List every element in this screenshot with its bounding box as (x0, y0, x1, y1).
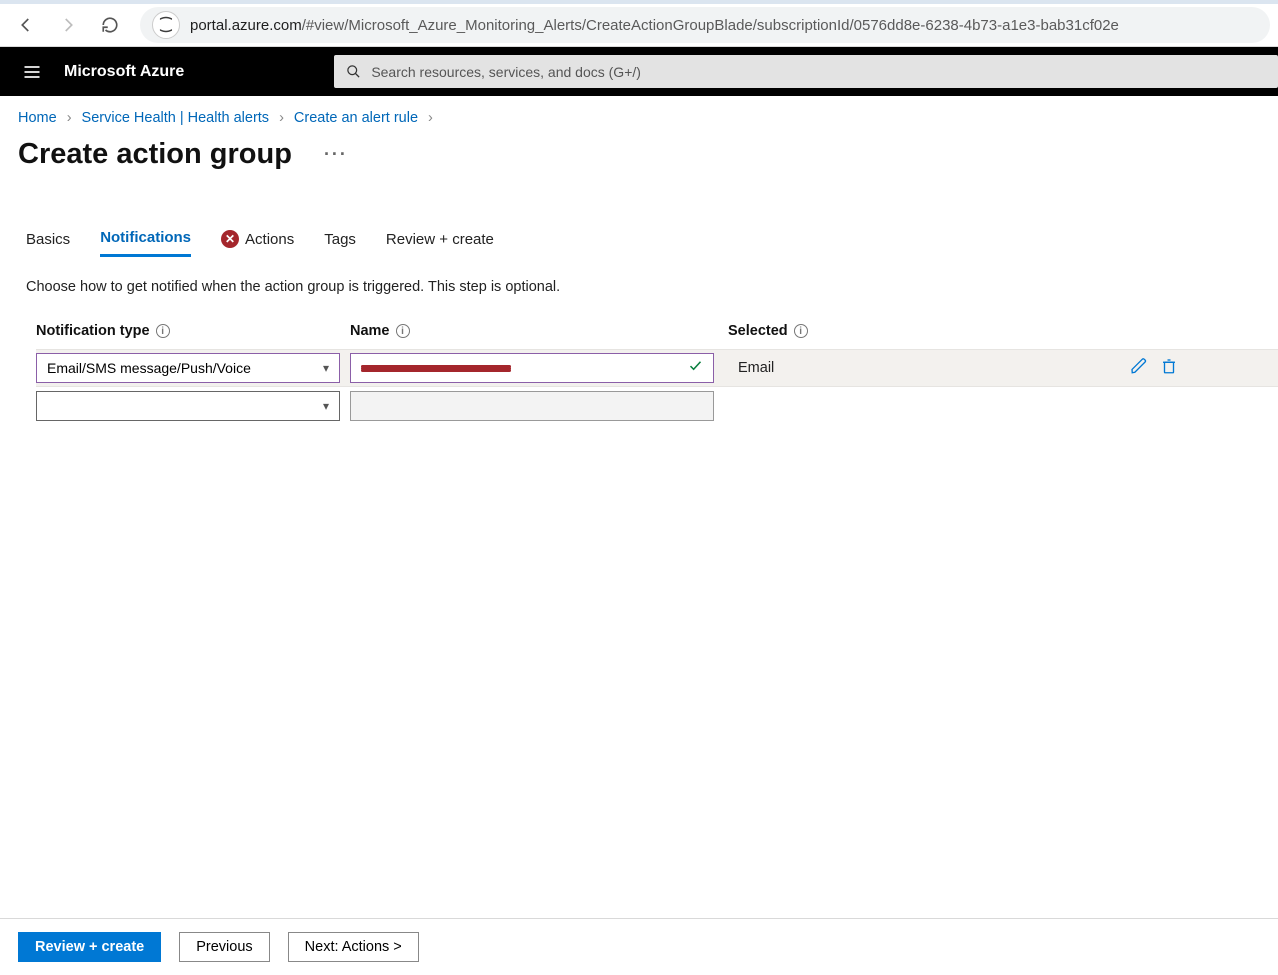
breadcrumb-create-alert-rule[interactable]: Create an alert rule (294, 110, 418, 126)
chevron-down-icon: ▾ (323, 399, 329, 413)
global-search[interactable] (334, 55, 1278, 88)
edit-button[interactable] (1130, 357, 1148, 380)
notification-name-input (350, 391, 714, 421)
info-icon[interactable]: i (794, 324, 808, 338)
chevron-right-icon: › (428, 110, 433, 126)
tab-review-create[interactable]: Review + create (386, 229, 494, 257)
table-row: ▾ (36, 387, 1278, 425)
menu-button[interactable] (12, 52, 52, 92)
notification-type-select[interactable]: ▾ (36, 391, 340, 421)
azure-top-bar: Microsoft Azure (0, 47, 1278, 96)
page-title-text: Create action group (18, 138, 292, 171)
breadcrumb: Home › Service Health | Health alerts › … (18, 110, 1278, 126)
selected-value: Email (728, 360, 774, 376)
browser-back-button[interactable] (8, 7, 44, 43)
table-row: Email/SMS message/Push/Voice ▾ Email (36, 349, 1278, 387)
browser-refresh-button[interactable] (92, 7, 128, 43)
notification-type-select[interactable]: Email/SMS message/Push/Voice ▾ (36, 353, 340, 383)
tab-actions-label: Actions (245, 231, 294, 248)
select-value: Email/SMS message/Push/Voice (47, 360, 251, 376)
tabs: Basics Notifications ✕ Actions Tags Revi… (18, 229, 1278, 257)
search-icon (346, 64, 361, 79)
tab-notifications[interactable]: Notifications (100, 229, 191, 257)
url-host: portal.azure.com (190, 17, 302, 34)
notification-name-input[interactable] (350, 353, 714, 383)
chevron-right-icon: › (67, 110, 72, 126)
info-icon[interactable]: i (396, 324, 410, 338)
tab-basics[interactable]: Basics (26, 229, 70, 257)
url-path: /#view/Microsoft_Azure_Monitoring_Alerts… (302, 17, 1119, 34)
th-selected: Selected i (728, 323, 1068, 339)
tab-actions[interactable]: ✕ Actions (221, 229, 294, 257)
check-icon (688, 358, 703, 378)
browser-url-bar[interactable]: ⁐ portal.azure.com/#view/Microsoft_Azure… (140, 7, 1270, 43)
page-more-button[interactable]: ··· (324, 144, 348, 165)
breadcrumb-service-health[interactable]: Service Health | Health alerts (82, 110, 270, 126)
table-header-row: Notification type i Name i Selected i (36, 323, 1278, 339)
error-badge-icon: ✕ (221, 230, 239, 248)
tab-hint: Choose how to get notified when the acti… (18, 279, 1278, 295)
footer-bar: Review + create Previous Next: Actions > (0, 918, 1278, 975)
brand-label[interactable]: Microsoft Azure (64, 63, 184, 81)
review-create-button[interactable]: Review + create (18, 932, 161, 962)
tab-tags[interactable]: Tags (324, 229, 356, 257)
chevron-right-icon: › (279, 110, 284, 126)
browser-forward-button[interactable] (50, 7, 86, 43)
browser-toolbar: ⁐ portal.azure.com/#view/Microsoft_Azure… (0, 0, 1278, 47)
content-area: Home › Service Health | Health alerts › … (0, 96, 1278, 918)
th-notification-type: Notification type i (36, 323, 350, 339)
global-search-input[interactable] (371, 64, 1266, 80)
breadcrumb-home[interactable]: Home (18, 110, 57, 126)
info-icon[interactable]: i (156, 324, 170, 338)
redacted-text (361, 367, 511, 370)
notifications-table: Notification type i Name i Selected i Em… (18, 323, 1278, 425)
site-identity-icon[interactable]: ⁐ (152, 11, 180, 39)
previous-button[interactable]: Previous (179, 932, 269, 962)
page-title: Create action group ··· (18, 138, 1278, 171)
next-actions-button[interactable]: Next: Actions > (288, 932, 419, 962)
chevron-down-icon: ▾ (323, 361, 329, 375)
th-name: Name i (350, 323, 728, 339)
delete-button[interactable] (1160, 357, 1178, 380)
